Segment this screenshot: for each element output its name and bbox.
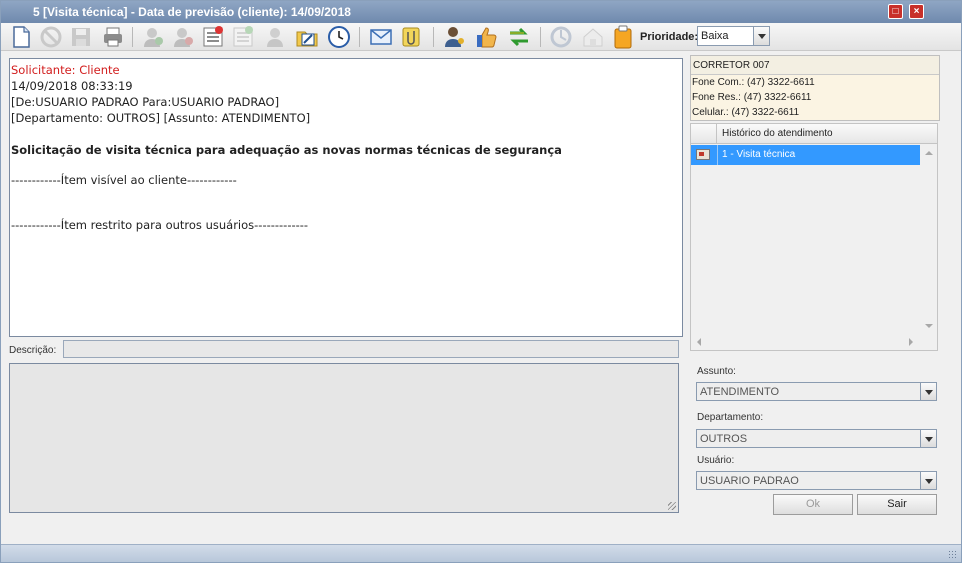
resize-grip-icon[interactable] [668, 502, 676, 510]
edit-folder-icon[interactable] [295, 25, 319, 49]
scroll-up-icon[interactable] [925, 151, 933, 155]
contact-name: CORRETOR 007 [691, 56, 939, 75]
restricted-section-divider: ------------Ítem restrito para outros us… [11, 218, 309, 232]
user-key-icon[interactable] [443, 25, 467, 49]
mail-icon[interactable] [369, 25, 393, 49]
toolbar-separator [359, 27, 360, 47]
chevron-down-icon[interactable] [753, 27, 769, 45]
visit-window: 5 [Visita técnica] - Data de previsão (c… [0, 0, 962, 563]
chevron-down-icon[interactable] [920, 430, 936, 447]
user-label: Usuário: [697, 455, 735, 466]
toolbar-separator [433, 27, 434, 47]
cell-divider [717, 145, 718, 165]
new-document-icon[interactable] [9, 25, 33, 49]
contact-panel: CORRETOR 007 Fone Com.: (47) 3322-6611 F… [690, 55, 940, 121]
home-disabled-icon[interactable] [581, 25, 605, 49]
ok-button[interactable]: Ok [773, 494, 853, 515]
history-table: Histórico do atendimento 1 - Visita técn… [690, 123, 938, 351]
scroll-down-icon[interactable] [925, 324, 933, 328]
description-label: Descrição: [9, 345, 57, 356]
window-title: 5 [Visita técnica] - Data de previsão (c… [33, 5, 351, 19]
chevron-down-icon[interactable] [920, 472, 936, 489]
title-bar: 5 [Visita técnica] - Data de previsão (c… [1, 1, 961, 23]
user-red-icon[interactable] [171, 25, 195, 49]
horizontal-scrollbar[interactable] [691, 334, 921, 350]
attachment-icon[interactable] [399, 25, 423, 49]
department-subject-line: [Departamento: OUTROS] [Assunto: ATENDIM… [11, 111, 311, 125]
close-icon[interactable]: × [909, 4, 924, 19]
datetime-line: 14/09/2018 08:33:19 [11, 79, 133, 93]
maximize-icon[interactable]: □ [888, 4, 903, 19]
table-row[interactable]: 1 - Visita técnica [691, 145, 920, 165]
user-green-icon[interactable] [141, 25, 165, 49]
status-bar [1, 544, 961, 562]
thumbs-up-icon[interactable] [475, 25, 499, 49]
print-icon[interactable] [101, 25, 125, 49]
exit-button[interactable]: Sair [857, 494, 937, 515]
resize-grip-icon[interactable] [948, 550, 958, 560]
visible-section-divider: ------------Ítem visível ao cliente-----… [11, 173, 237, 187]
priority-select[interactable]: Baixa [697, 26, 770, 46]
description-input[interactable] [63, 340, 679, 358]
clock-icon[interactable] [327, 25, 351, 49]
contact-phone-com: Fone Com.: (47) 3322-6611 [692, 77, 815, 88]
cancel-icon[interactable] [39, 25, 63, 49]
vertical-scrollbar[interactable] [921, 145, 937, 334]
user-disabled-icon[interactable] [263, 25, 287, 49]
history-row-label: 1 - Visita técnica [722, 149, 796, 160]
transfer-arrows-icon[interactable] [507, 25, 531, 49]
email-list-icon[interactable] [201, 25, 225, 49]
contact-mobile: Celular.: (47) 3322-6611 [692, 107, 800, 118]
department-value: OUTROS [700, 433, 748, 445]
history-header-label: Histórico do atendimento [722, 128, 833, 139]
toolbar-separator [132, 27, 133, 47]
department-label: Departamento: [697, 412, 764, 423]
history-header: Histórico do atendimento [691, 124, 937, 144]
contact-phone-res: Fone Res.: (47) 3322-6611 [692, 92, 812, 103]
priority-value: Baixa [701, 30, 729, 42]
message-body[interactable]: Solicitante: Cliente 14/09/2018 08:33:19… [9, 58, 683, 337]
clipboard-icon[interactable] [611, 25, 635, 49]
history-icon-column [691, 124, 717, 144]
description-textarea[interactable] [9, 363, 679, 513]
from-to-line: [De:USUARIO PADRAO Para:USUARIO PADRAO] [11, 95, 280, 109]
message-headline: Solicitação de visita técnica para adequ… [11, 143, 562, 157]
save-icon[interactable] [69, 25, 93, 49]
message-icon [696, 149, 710, 160]
scroll-left-icon[interactable] [697, 338, 701, 346]
subject-value: ATENDIMENTO [700, 386, 780, 398]
toolbar-separator [540, 27, 541, 47]
chevron-down-icon[interactable] [920, 383, 936, 400]
refresh-disabled-icon[interactable] [549, 25, 573, 49]
department-select[interactable]: OUTROS [696, 429, 937, 448]
scroll-right-icon[interactable] [909, 338, 913, 346]
subject-label: Assunto: [697, 366, 736, 377]
subject-select[interactable]: ATENDIMENTO [696, 382, 937, 401]
toolbar: Prioridade: Baixa [1, 23, 961, 51]
priority-label: Prioridade: [640, 31, 699, 43]
user-select[interactable]: USUARIO PADRAO [696, 471, 937, 490]
email-list-disabled-icon[interactable] [231, 25, 255, 49]
requester-line: Solicitante: Cliente [11, 63, 120, 77]
user-value: USUARIO PADRAO [700, 475, 799, 487]
